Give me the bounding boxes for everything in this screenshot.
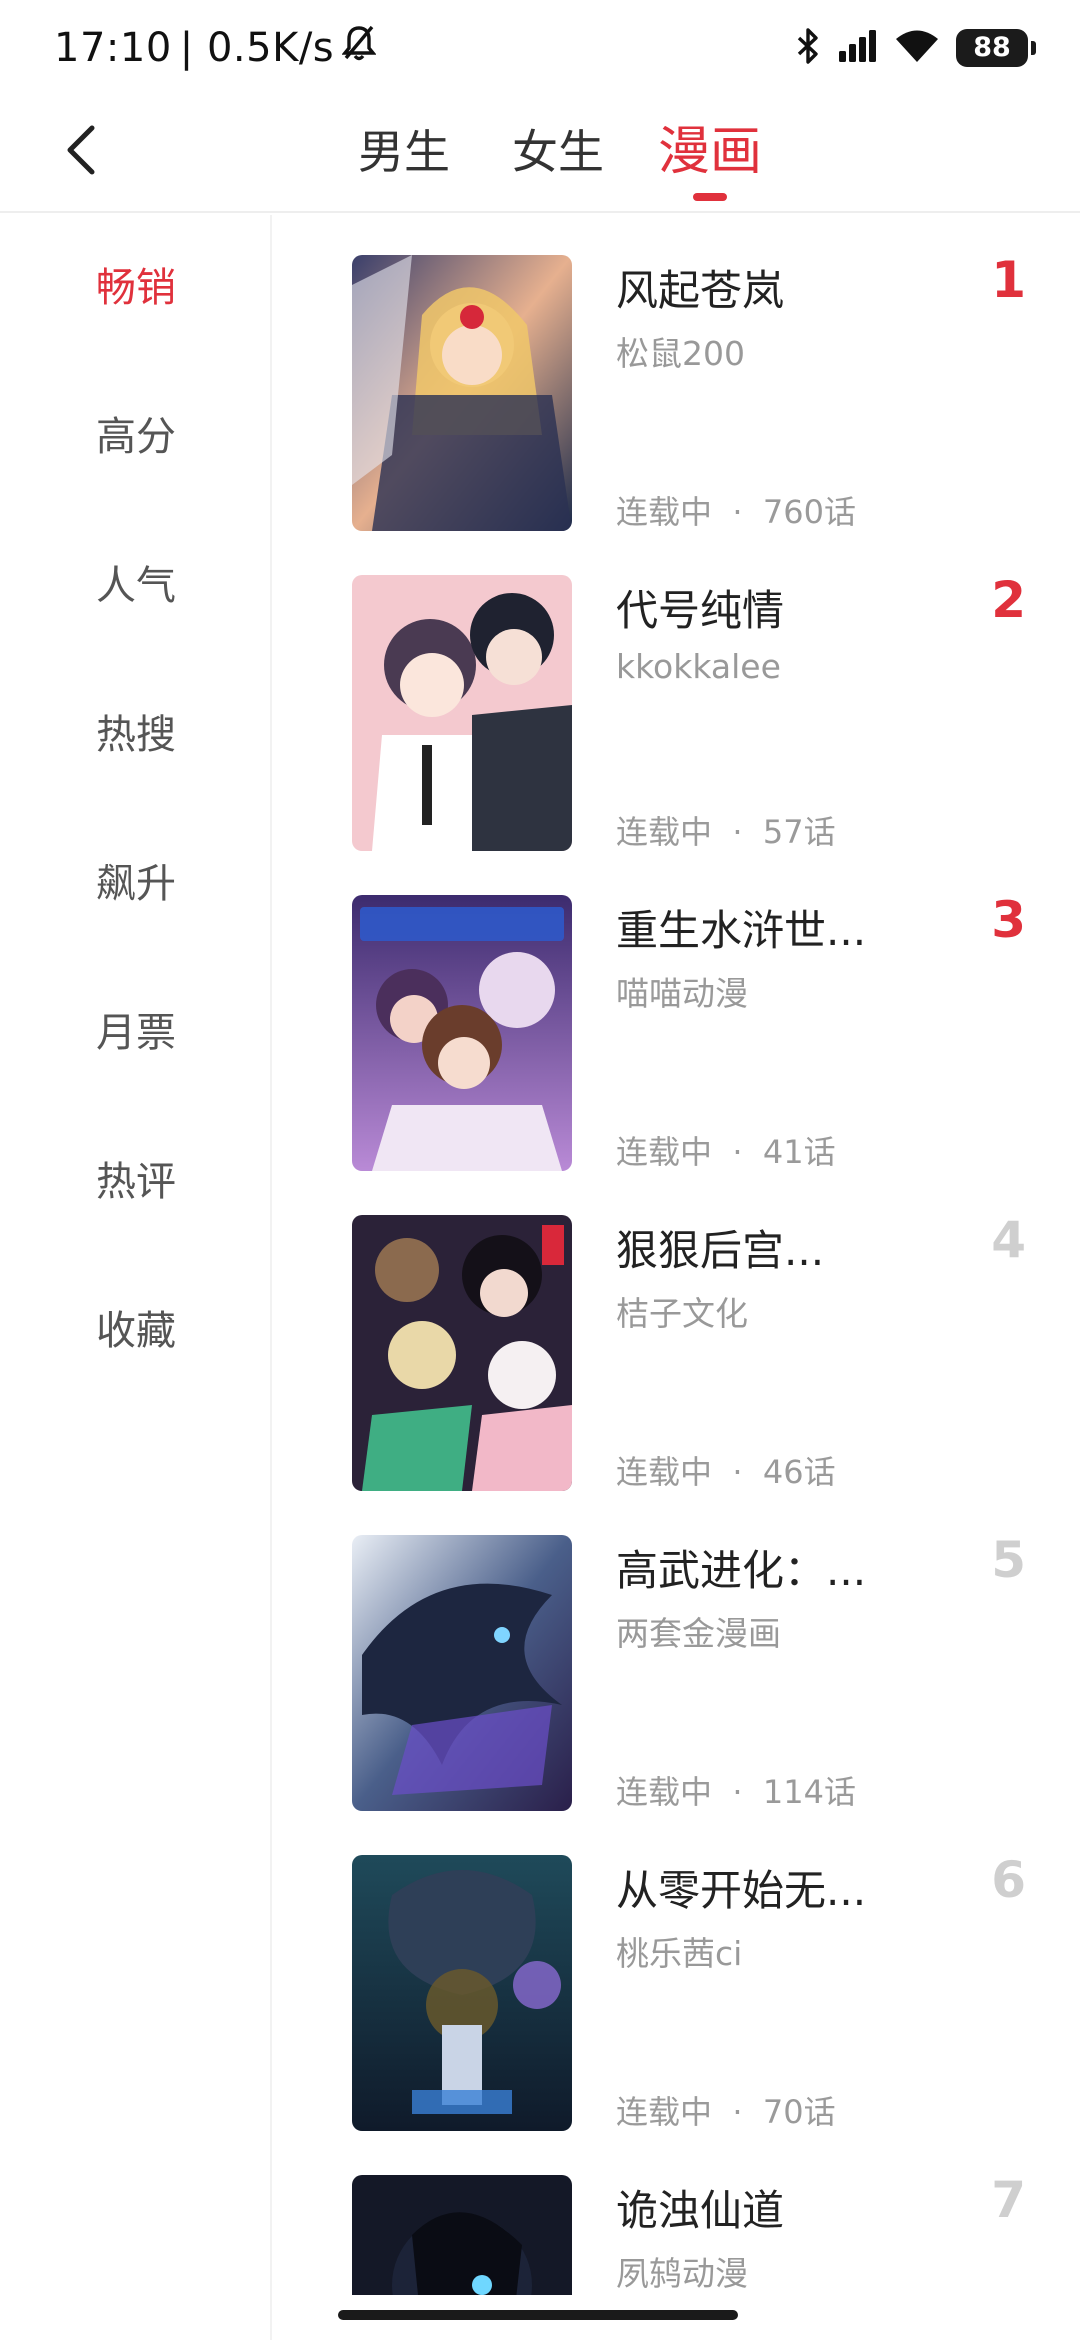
mute-bell-icon	[341, 24, 377, 72]
status-right: 88	[796, 27, 1036, 69]
comic-title: 从零开始无...	[616, 1866, 867, 1915]
status-left: 17:10 | 0.5K/s	[54, 24, 377, 72]
comic-cover	[352, 895, 572, 1171]
list-item[interactable]: 从零开始无... 桃乐茜ci 连载中 · 70话 6	[272, 1815, 1080, 2135]
comic-author: 喵喵动漫	[616, 974, 748, 1013]
rank-number: 1	[991, 251, 1026, 309]
category-tabs: 男生 女生 漫画	[0, 95, 1080, 213]
comic-cover	[352, 575, 572, 851]
status-bar: 17:10 | 0.5K/s 88	[0, 0, 1080, 95]
serial-status: 连载中	[616, 1773, 713, 1811]
sidebar-item-popular[interactable]: 人气	[0, 546, 272, 626]
comic-title: 诡浊仙道	[616, 2186, 785, 2235]
serial-status: 连载中	[616, 1453, 713, 1491]
chapter-count: 41话	[762, 1133, 836, 1171]
meta-separator: ·	[732, 813, 743, 851]
rank-number: 2	[991, 571, 1026, 629]
rank-number: 6	[991, 1851, 1026, 1909]
bluetooth-icon	[796, 27, 822, 69]
comic-author: 夙鸫动漫	[616, 2254, 748, 2293]
comic-author: 两套金漫画	[616, 1614, 781, 1653]
comic-cover	[352, 1215, 572, 1491]
comic-meta: 连载中 · 41话	[616, 1127, 836, 1173]
comic-author: 桔子文化	[616, 1294, 748, 1333]
meta-separator: ·	[732, 493, 743, 531]
comic-title: 风起苍岚	[616, 266, 785, 315]
battery-indicator: 88	[956, 28, 1036, 67]
comic-author: 松鼠200	[616, 334, 745, 373]
sidebar-item-hot-search[interactable]: 热搜	[0, 695, 272, 775]
status-time: 17:10	[54, 24, 172, 71]
serial-status: 连载中	[616, 1133, 713, 1171]
rank-number: 5	[991, 1531, 1026, 1589]
comic-cover	[352, 255, 572, 531]
tab-female[interactable]: 女生	[512, 117, 604, 187]
list-item[interactable]: 狠狠后宫... 桔子文化 连载中 · 46话 4	[272, 1175, 1080, 1495]
rank-number: 4	[991, 1211, 1026, 1269]
meta-separator: ·	[732, 2093, 743, 2131]
sidebar-item-bestselling[interactable]: 畅销	[0, 248, 272, 328]
rank-number: 3	[991, 891, 1026, 949]
comic-author: kkokkalee	[616, 647, 781, 686]
list-item[interactable]: 重生水浒世... 喵喵动漫 连载中 · 41话 3	[272, 855, 1080, 1175]
tab-male[interactable]: 男生	[358, 117, 450, 187]
ranking-sidebar: 畅销 高分 人气 热搜 飙升 月票 热评 收藏	[0, 215, 272, 2340]
top-navigation: 男生 女生 漫画	[0, 95, 1080, 213]
serial-status: 连载中	[616, 813, 713, 851]
meta-separator: ·	[732, 1773, 743, 1811]
sidebar-item-hot-comments[interactable]: 热评	[0, 1142, 272, 1222]
comic-title: 重生水浒世...	[616, 906, 867, 955]
sidebar-item-monthly-ticket[interactable]: 月票	[0, 993, 272, 1073]
comic-title: 高武进化：...	[616, 1546, 867, 1595]
chapter-count: 57话	[762, 813, 836, 851]
comic-meta: 连载中 · 114话	[616, 1767, 856, 1813]
rank-number: 7	[991, 2171, 1026, 2229]
comic-meta: 连载中 · 46话	[616, 1447, 836, 1493]
list-item[interactable]: 诡浊仙道 夙鸫动漫 7	[272, 2135, 1080, 2295]
comic-cover	[352, 1535, 572, 1811]
serial-status: 连载中	[616, 2093, 713, 2131]
sidebar-item-favorites[interactable]: 收藏	[0, 1291, 272, 1371]
sidebar-item-high-score[interactable]: 高分	[0, 397, 272, 477]
list-item[interactable]: 高武进化：... 两套金漫画 连载中 · 114话 5	[272, 1495, 1080, 1815]
comic-author: 桃乐茜ci	[616, 1934, 743, 1973]
chapter-count: 46话	[762, 1453, 836, 1491]
active-tab-indicator	[693, 193, 727, 201]
comic-title: 代号纯情	[616, 586, 785, 635]
comic-title: 狠狠后宫...	[616, 1226, 825, 1275]
list-item[interactable]: 代号纯情 kkokkalee 连载中 · 57话 2	[272, 535, 1080, 855]
meta-separator: ·	[732, 1133, 743, 1171]
comic-meta: 连载中 · 57话	[616, 807, 836, 853]
comic-meta: 连载中 · 760话	[616, 487, 856, 533]
meta-separator: ·	[732, 1453, 743, 1491]
status-net-speed: | 0.5K/s	[179, 24, 335, 71]
chapter-count: 760话	[762, 493, 856, 531]
list-item[interactable]: 风起苍岚 松鼠200 连载中 · 760话 1	[272, 215, 1080, 535]
serial-status: 连载中	[616, 493, 713, 531]
chapter-count: 114话	[762, 1773, 856, 1811]
home-indicator[interactable]	[338, 2310, 738, 2320]
comic-cover	[352, 1855, 572, 2131]
sidebar-item-rising[interactable]: 飙升	[0, 844, 272, 924]
comic-cover	[352, 2175, 572, 2295]
tab-comics[interactable]: 漫画	[658, 117, 762, 187]
chapter-count: 70话	[762, 2093, 836, 2131]
ranking-list: 风起苍岚 松鼠200 连载中 · 760话 1 代号纯情 kkokkalee 连…	[272, 215, 1080, 2295]
signal-icon	[838, 29, 878, 67]
wifi-icon	[894, 28, 940, 68]
comic-meta: 连载中 · 70话	[616, 2087, 836, 2133]
